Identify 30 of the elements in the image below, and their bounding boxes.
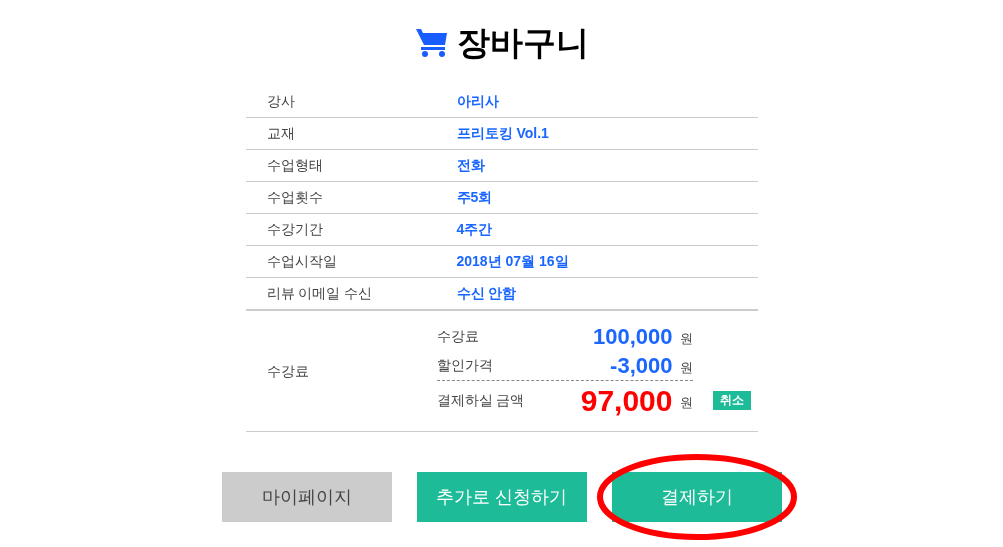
detail-value: 수신 안함 [456,284,517,303]
my-page-button[interactable]: 마이페이지 [221,472,392,522]
fee-amount: 100,000 [591,325,673,348]
detail-value: 2018년 07월 16일 [456,252,569,271]
fee-amount: -3,000 [609,354,673,377]
fee-item-label: 할인가격 [436,356,494,375]
fee-label: 수강료 [265,361,310,381]
shopping-cart-icon [414,27,449,57]
detail-value: 프리토킹 Vol.1 [456,124,549,143]
action-button[interactable]: 결제하기 [611,472,782,522]
action-button[interactable]: 추가로 신청하기 [416,472,587,522]
detail-label: 교재 [265,124,296,143]
page-title: 장바구니 [456,25,589,59]
detail-label: 수업시작일 [265,252,338,271]
detail-value: 주5회 [456,188,493,207]
currency-unit: 원 [678,358,693,377]
detail-value: 아리사 [456,92,499,111]
detail-label: 수업형태 [265,156,324,175]
detail-label: 리뷰 이메일 수신 [265,284,374,303]
detail-value: 전화 [456,156,485,175]
currency-unit: 원 [678,329,693,348]
currency-unit: 원 [678,393,693,412]
fee-item-label: 수강료 [436,327,480,346]
detail-value: 4주간 [456,220,493,239]
fee-item-label: 결제하실 금액 [436,391,526,410]
detail-label: 수강기간 [265,220,324,239]
detail-label: 수업횟수 [265,188,324,207]
fee-amount: 97,000 [579,385,673,416]
cancel-button[interactable]: 취소 [712,391,751,410]
detail-label: 강사 [265,92,296,111]
